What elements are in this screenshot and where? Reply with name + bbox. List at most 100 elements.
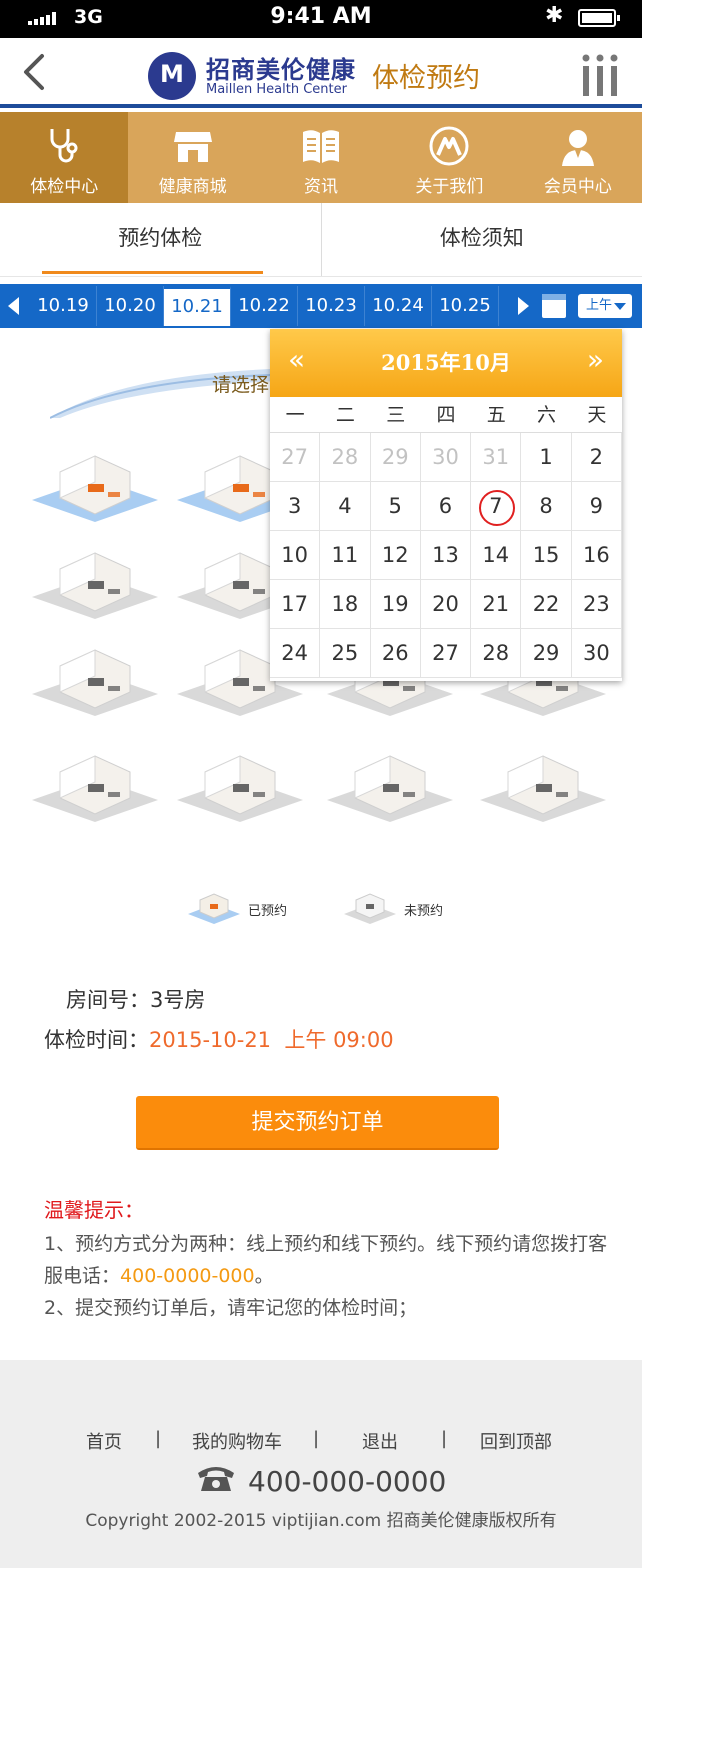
calendar-day[interactable]: 18: [320, 580, 371, 629]
tab-checkup-notice[interactable]: 体检须知: [320, 203, 643, 276]
room-available[interactable]: [478, 748, 608, 828]
checkup-time-value: 2015-10-21 上午 09:00: [149, 1028, 394, 1052]
footer-link-home[interactable]: 首页: [86, 1428, 122, 1454]
back-arrow-icon[interactable]: [18, 52, 50, 92]
date-item[interactable]: 10.25: [432, 286, 499, 326]
calendar-weekdays: 一 二 三 四 五 六 天: [270, 397, 622, 433]
footer-link-cart[interactable]: 我的购物车: [192, 1428, 282, 1454]
footer-separator: |: [313, 1428, 320, 1449]
calendar-day[interactable]: 23: [571, 580, 622, 629]
stethoscope-icon: [50, 129, 78, 163]
calendar-day[interactable]: 17: [270, 580, 321, 629]
calendar-day[interactable]: 28: [471, 629, 522, 678]
nav-item-news[interactable]: 资讯: [257, 112, 385, 203]
phone-icon: [198, 1467, 234, 1491]
footer-separator: |: [441, 1428, 448, 1449]
book-icon: [303, 130, 340, 163]
room-available[interactable]: [30, 545, 160, 625]
date-item[interactable]: 10.22: [231, 286, 298, 326]
date-list: 10.19 10.20 10.21 10.22 10.23 10.24 10.2…: [30, 286, 499, 326]
menu-icon[interactable]: [580, 52, 620, 98]
brand-logo-icon: [429, 126, 469, 166]
nav-item-health-mall[interactable]: 健康商城: [128, 112, 256, 203]
date-selector: 10.19 10.20 10.21 10.22 10.23 10.24 10.2…: [0, 284, 642, 328]
nav-label: 资讯: [304, 177, 339, 197]
calendar-day[interactable]: 10: [270, 531, 321, 580]
tab-book-checkup[interactable]: 预约体检: [0, 203, 321, 276]
calendar-day[interactable]: 27: [420, 629, 472, 678]
calendar-day[interactable]: 1: [521, 433, 572, 482]
calendar-day[interactable]: 21: [471, 580, 522, 629]
legend-booked-label: 已预约: [248, 904, 288, 919]
calendar-day[interactable]: 29: [521, 629, 572, 678]
footer-separator: |: [155, 1428, 162, 1449]
main-nav: 体检中心 健康商城 资讯 关于我们 会员中心: [0, 112, 642, 203]
next-dates-icon[interactable]: [518, 297, 529, 315]
calendar-day-prev-month: 30: [420, 433, 472, 482]
footer-link-top[interactable]: 回到顶部: [480, 1428, 552, 1454]
nav-item-member-center[interactable]: 会员中心: [514, 112, 642, 203]
tip-line-2: 2、提交预约订单后，请牢记您的体检时间；: [44, 1297, 418, 1319]
store-icon: [173, 132, 212, 162]
calendar-day-prev-month: 28: [320, 433, 371, 482]
nav-item-about-us[interactable]: 关于我们: [385, 112, 513, 203]
calendar-day[interactable]: 13: [420, 531, 472, 580]
tip-line-1: 1、预约方式分为两种：线上预约和线下预约。线下预约请您拨打客服电话：400-00…: [44, 1228, 614, 1292]
calendar-day-grid: 27 28 29 30 31 1 2 3 4 5 6 7 8 9 10 11 12 13 14 15 16 17 18 19 2…: [270, 433, 622, 678]
calendar-day[interactable]: 8: [521, 482, 572, 531]
calendar-day[interactable]: 19: [370, 580, 421, 629]
app-header: 招商美伦健康 Maillen Health Center 体检预约: [0, 38, 642, 108]
weekday-label: 六: [537, 404, 557, 426]
brand-logo: [148, 52, 196, 100]
calendar-day[interactable]: 6: [420, 482, 472, 531]
nav-label: 关于我们: [415, 177, 484, 197]
weekday-label: 三: [386, 404, 406, 426]
calendar-header: « 2015年10月 »: [270, 329, 622, 397]
room-available[interactable]: [325, 748, 455, 828]
calendar-day[interactable]: 14: [471, 531, 522, 580]
calendar-day[interactable]: 9: [571, 482, 622, 531]
calendar-day[interactable]: 26: [370, 629, 421, 678]
calendar-day[interactable]: 5: [370, 482, 421, 531]
prev-dates-icon[interactable]: [8, 297, 19, 315]
footer-link-logout[interactable]: 退出: [362, 1428, 398, 1454]
calendar-icon[interactable]: [542, 294, 566, 318]
date-item-selected[interactable]: 10.21: [164, 286, 231, 326]
calendar-day[interactable]: 7: [471, 482, 522, 531]
submit-order-button[interactable]: 提交预约订单: [136, 1096, 499, 1150]
calendar-day[interactable]: 25: [320, 629, 371, 678]
free-room-icon: [344, 893, 396, 924]
room-available[interactable]: [175, 748, 305, 828]
calendar-day[interactable]: 3: [270, 482, 321, 531]
tip-1-phone[interactable]: 400-0000-000: [120, 1265, 255, 1287]
calendar-day[interactable]: 20: [420, 580, 472, 629]
calendar-day[interactable]: 4: [320, 482, 371, 531]
calendar-day[interactable]: 16: [571, 531, 622, 580]
nav-label: 健康商城: [158, 177, 227, 197]
date-item[interactable]: 10.23: [298, 286, 365, 326]
calendar-day[interactable]: 2: [571, 433, 622, 482]
calendar-day[interactable]: 22: [521, 580, 572, 629]
weekday-label: 四: [436, 404, 456, 426]
next-month-icon[interactable]: »: [587, 343, 604, 376]
date-item[interactable]: 10.24: [365, 286, 432, 326]
room-legend: 已预约 未预约: [0, 888, 642, 928]
status-bar: 3G 9:41 AM ✱: [0, 0, 642, 38]
calendar-day[interactable]: 30: [571, 629, 622, 678]
calendar-day[interactable]: 12: [370, 531, 421, 580]
date-item[interactable]: 10.19: [30, 286, 97, 326]
room-number-label: 房间号：: [66, 988, 150, 1012]
brand-name-cn: 招商美伦健康: [206, 56, 356, 84]
room-available[interactable]: [30, 642, 160, 722]
period-select[interactable]: 上午: [578, 294, 632, 318]
calendar-day[interactable]: 11: [320, 531, 371, 580]
date-item[interactable]: 10.20: [97, 286, 164, 326]
room-booked[interactable]: [30, 448, 160, 528]
calendar-day[interactable]: 15: [521, 531, 572, 580]
footer-phone[interactable]: 400-000-0000: [248, 1465, 446, 1498]
page-footer: 首页 | 我的购物车 | 退出 | 回到顶部 400-000-0000: [0, 1360, 642, 1568]
nav-item-checkup-center[interactable]: 体检中心: [0, 112, 129, 203]
calendar-day[interactable]: 24: [270, 629, 321, 678]
room-available[interactable]: [30, 748, 160, 828]
footer-links: 首页 | 我的购物车 | 退出 | 回到顶部: [0, 1428, 642, 1454]
